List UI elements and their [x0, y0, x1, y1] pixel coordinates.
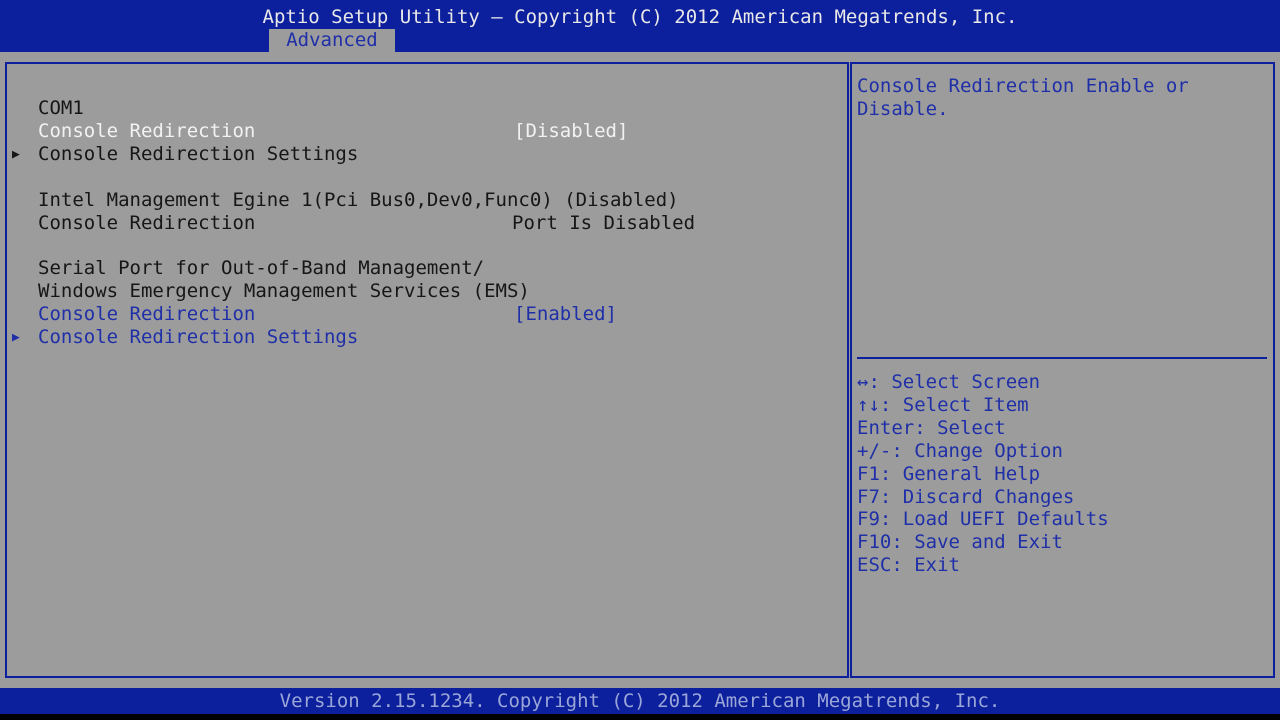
key-hint-general-help: F1: General Help: [857, 463, 1041, 485]
ems-console-redirection-label[interactable]: Console Redirection: [38, 303, 255, 326]
help-panel: [850, 62, 1275, 678]
ems-console-redirection-settings[interactable]: Console Redirection Settings: [38, 326, 358, 349]
help-description-line2: Disable.: [857, 98, 949, 120]
help-divider: [857, 357, 1267, 359]
app-title: Aptio Setup Utility – Copyright (C) 2012…: [262, 6, 1018, 28]
com1-console-redirection-label[interactable]: Console Redirection: [38, 120, 255, 143]
key-hint-select-screen: ↔: Select Screen: [857, 371, 1041, 393]
ems-heading-line2: Windows Emergency Management Services (E…: [38, 280, 530, 302]
key-hint-load-defaults: F9: Load UEFI Defaults: [857, 508, 1109, 530]
version-footer: Version 2.15.1234. Copyright (C) 2012 Am…: [279, 690, 1001, 712]
tab-advanced[interactable]: Advanced: [269, 29, 395, 52]
key-hint-change-option: +/-: Change Option: [857, 440, 1063, 462]
com1-heading: COM1: [38, 97, 84, 119]
ems-console-redirection-value[interactable]: [Enabled]: [514, 303, 617, 326]
intel-me-console-redirection-label: Console Redirection: [38, 212, 256, 234]
intel-me-console-redirection-value: Port Is Disabled: [512, 212, 696, 234]
com1-console-redirection-settings[interactable]: Console Redirection Settings: [38, 143, 358, 166]
key-hint-discard-changes: F7: Discard Changes: [857, 486, 1075, 508]
key-hint-exit: ESC: Exit: [857, 554, 960, 576]
key-hint-enter: Enter: Select: [857, 417, 1006, 439]
com1-console-redirection-value[interactable]: [Disabled]: [514, 120, 628, 143]
intel-me-heading: Intel Management Egine 1(Pci Bus0,Dev0,F…: [38, 189, 679, 211]
submenu-arrow-icon: ▶: [12, 147, 20, 162]
submenu-arrow-icon: ▶: [12, 330, 20, 345]
key-hint-save-exit: F10: Save and Exit: [857, 531, 1063, 553]
ems-heading-line1: Serial Port for Out-of-Band Management/: [38, 257, 485, 279]
key-hint-select-item: ↑↓: Select Item: [857, 394, 1029, 416]
help-description-line1: Console Redirection Enable or: [857, 75, 1189, 97]
